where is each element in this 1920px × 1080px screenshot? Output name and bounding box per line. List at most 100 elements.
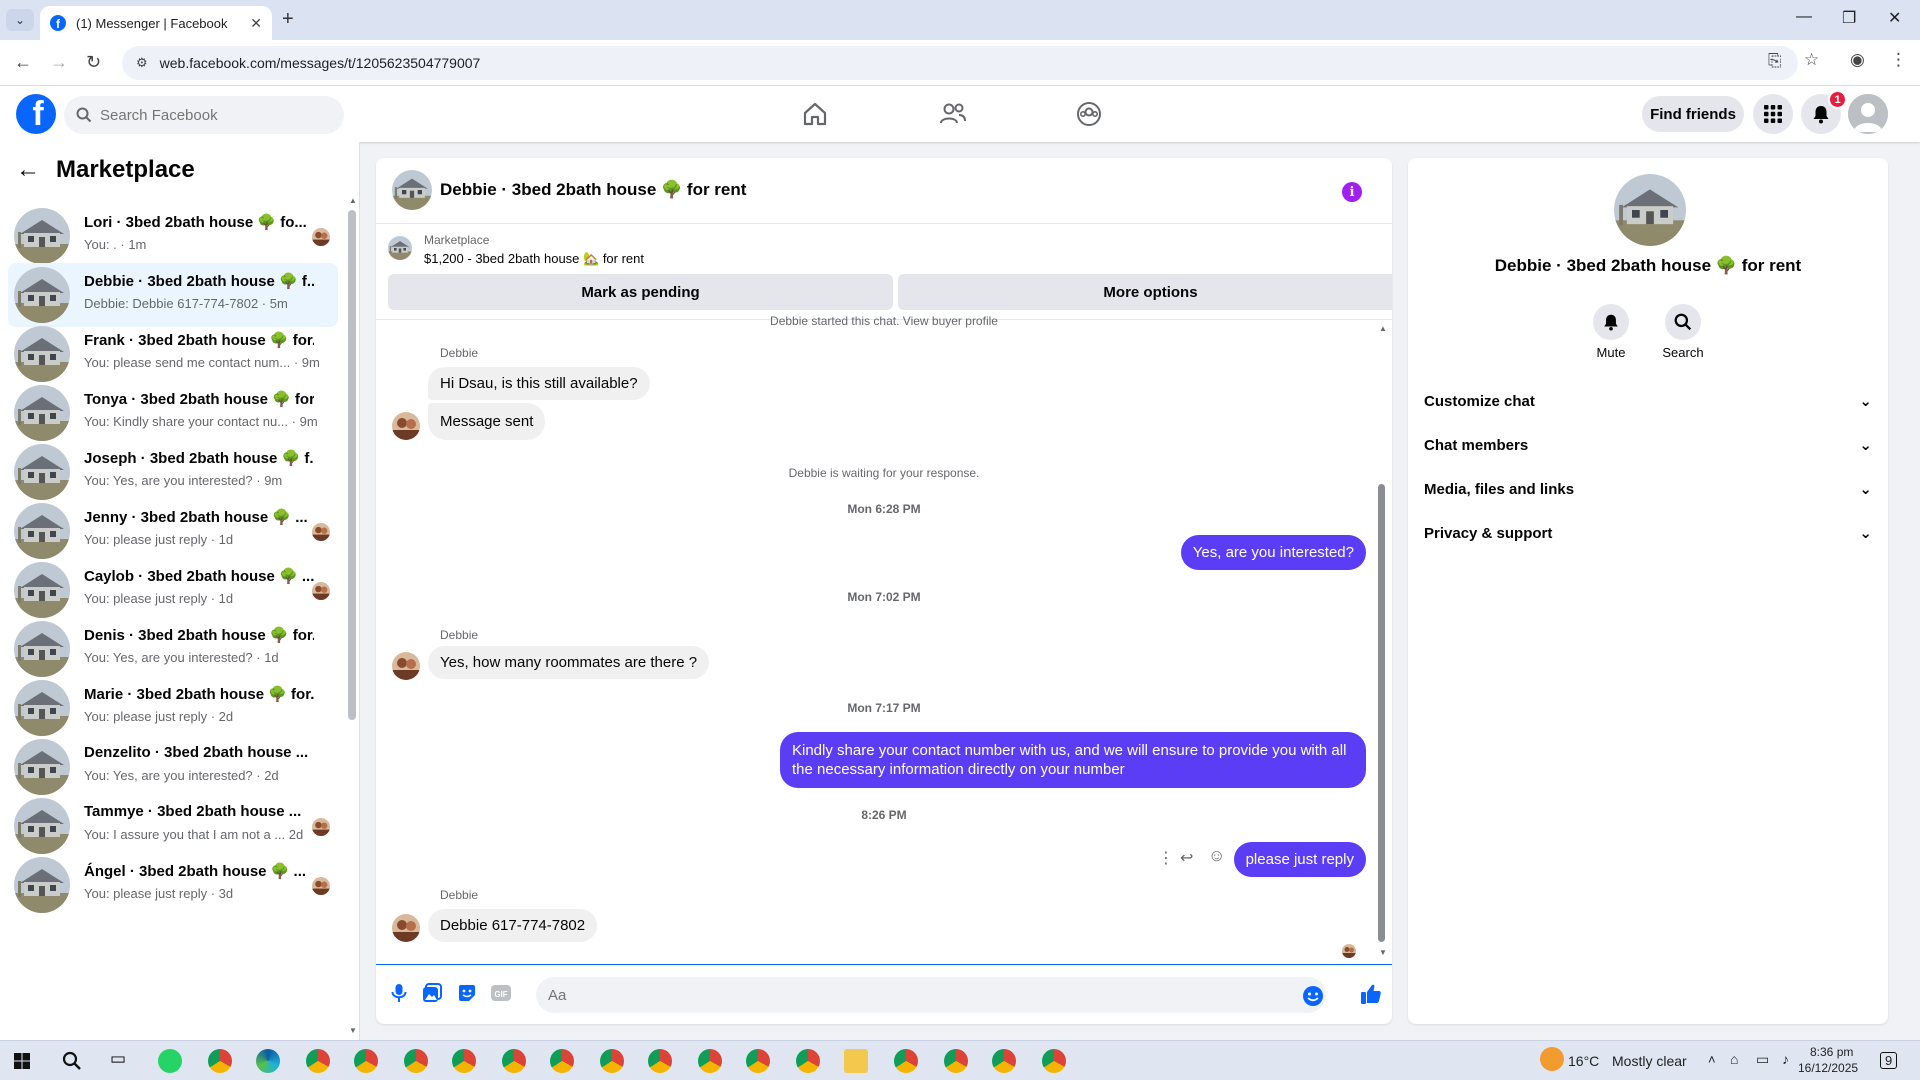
notification-center-badge[interactable]: 9 xyxy=(1880,1052,1898,1069)
chrome-browser-icon[interactable] xyxy=(208,1049,232,1073)
info-icon[interactable]: i xyxy=(1342,182,1362,202)
chat-title[interactable]: Debbie · 3bed 2bath house 🌳 for rent xyxy=(440,180,746,200)
home-nav-icon[interactable] xyxy=(760,86,870,142)
microphone-icon[interactable] xyxy=(390,983,408,1003)
message-incoming[interactable]: Hi Dsau, is this still available? xyxy=(428,367,650,400)
facebook-logo-icon[interactable]: f xyxy=(16,94,56,134)
minimize-button[interactable]: — xyxy=(1796,8,1812,26)
clock-time[interactable]: 8:36 pm xyxy=(1810,1045,1853,1059)
chrome-browser-icon[interactable] xyxy=(1042,1049,1066,1073)
chrome-browser-icon[interactable] xyxy=(452,1049,476,1073)
conversation-item[interactable]: Lori · 3bed 2bath house 🌳 fo... You: . · … xyxy=(8,204,338,268)
listing-small-thumbnail[interactable] xyxy=(388,236,412,260)
debbie-avatar[interactable] xyxy=(392,914,420,942)
conversation-item[interactable]: Joseph · 3bed 2bath house 🌳 f... You: Yes… xyxy=(8,440,338,504)
omnibox[interactable]: ⚙ web.facebook.com/messages/t/1205623504… xyxy=(122,46,1798,80)
debbie-avatar[interactable] xyxy=(392,412,420,440)
message-outgoing[interactable]: Yes, are you interested? xyxy=(1180,535,1366,570)
chrome-browser-icon[interactable] xyxy=(502,1049,526,1073)
weather-icon[interactable] xyxy=(1540,1047,1564,1071)
task-view-icon[interactable]: ▭ xyxy=(110,1049,126,1069)
thumbs-up-icon[interactable] xyxy=(1360,983,1382,1005)
menu-grid-icon[interactable] xyxy=(1753,94,1793,134)
tab-search-dropdown[interactable]: ⌄ xyxy=(6,9,34,31)
find-friends-button[interactable]: Find friends xyxy=(1642,96,1744,132)
listing-profile-image[interactable] xyxy=(1614,174,1686,246)
more-options-button[interactable]: More options xyxy=(898,274,1392,310)
chrome-browser-icon[interactable] xyxy=(600,1049,624,1073)
new-tab-button[interactable]: + xyxy=(282,8,294,31)
file-explorer-icon[interactable] xyxy=(844,1049,868,1073)
message-outgoing[interactable]: please just reply xyxy=(1233,842,1366,877)
window-close-button[interactable]: ✕ xyxy=(1888,8,1901,28)
message-incoming[interactable]: Yes, how many roommates are there ? xyxy=(428,646,710,679)
listing-line[interactable]: $1,200 - 3bed 2bath house 🏡 for rent xyxy=(424,251,644,267)
bookmark-star-icon[interactable]: ☆ xyxy=(1804,50,1819,70)
message-incoming[interactable]: Message sent xyxy=(428,403,546,440)
more-actions-icon[interactable]: ⋮ xyxy=(1158,848,1174,868)
tray-chevron-up-icon[interactable]: ˄ xyxy=(1708,1052,1716,1067)
windows-start-icon[interactable] xyxy=(14,1053,30,1069)
conversation-item[interactable]: Denzelito · 3bed 2bath house ... You: Yes… xyxy=(8,735,338,799)
url-text[interactable]: web.facebook.com/messages/t/120562350477… xyxy=(160,55,481,71)
chrome-browser-icon[interactable] xyxy=(894,1049,918,1073)
tab-close-icon[interactable]: ✕ xyxy=(250,15,262,32)
conversation-item[interactable]: Tonya · 3bed 2bath house 🌳 for... You: Ki… xyxy=(8,381,338,445)
temperature[interactable]: 16°C xyxy=(1568,1053,1599,1069)
tray-network-icon[interactable]: ⌂ xyxy=(1730,1051,1738,1067)
facebook-search[interactable] xyxy=(64,96,344,134)
conversation-item[interactable]: Denis · 3bed 2bath house 🌳 for... You: Ye… xyxy=(8,617,338,681)
mark-as-pending-button[interactable]: Mark as pending xyxy=(388,274,893,310)
chrome-browser-icon[interactable] xyxy=(550,1049,574,1073)
chrome-browser-icon[interactable] xyxy=(992,1049,1016,1073)
sidebar-scrollbar[interactable] xyxy=(348,210,356,720)
media-files-links-row[interactable]: Media, files and links ⌄ xyxy=(1424,467,1872,511)
install-app-icon[interactable]: ⎘ xyxy=(1768,51,1782,71)
weather-text[interactable]: Mostly clear xyxy=(1612,1053,1687,1069)
conversation-item[interactable]: Jenny · 3bed 2bath house 🌳 ... You: pleas… xyxy=(8,499,338,563)
conversation-item[interactable]: Debbie · 3bed 2bath house 🌳 f... Debbie: … xyxy=(8,263,338,327)
message-input-box[interactable] xyxy=(536,977,1326,1013)
gif-icon[interactable]: GIF xyxy=(490,983,512,1003)
tray-volume-icon[interactable]: ♪ xyxy=(1782,1051,1789,1067)
search-input[interactable] xyxy=(100,106,320,124)
chrome-browser-icon[interactable] xyxy=(746,1049,770,1073)
mute-button[interactable]: Mute xyxy=(1581,304,1641,360)
listing-thumbnail[interactable] xyxy=(392,170,432,210)
chrome-browser-icon[interactable] xyxy=(306,1049,330,1073)
whatsapp-icon[interactable] xyxy=(158,1049,182,1073)
search-taskbar-icon[interactable] xyxy=(62,1051,82,1071)
search-in-chat-button[interactable]: Search xyxy=(1653,304,1713,360)
browser-tab-messenger[interactable]: f (1) Messenger | Facebook ✕ xyxy=(40,6,272,40)
reply-icon[interactable]: ↩ xyxy=(1180,848,1193,868)
account-avatar[interactable] xyxy=(1848,94,1888,134)
conversation-item[interactable]: Caylob · 3bed 2bath house 🌳 ... You: plea… xyxy=(8,558,338,622)
chrome-browser-icon[interactable] xyxy=(698,1049,722,1073)
conversation-item[interactable]: Frank · 3bed 2bath house 🌳 for... You: pl… xyxy=(8,322,338,386)
conversation-item[interactable]: Tammye · 3bed 2bath house ... You: I assu… xyxy=(8,794,338,858)
edge-browser-icon[interactable] xyxy=(256,1049,280,1073)
message-outgoing[interactable]: Kindly share your contact number with us… xyxy=(780,732,1366,788)
chat-members-row[interactable]: Chat members ⌄ xyxy=(1424,423,1872,467)
message-incoming[interactable]: Debbie 617-774-7802 xyxy=(428,909,598,942)
groups-nav-icon[interactable] xyxy=(1034,86,1144,142)
chrome-browser-icon[interactable] xyxy=(796,1049,820,1073)
chrome-browser-icon[interactable] xyxy=(648,1049,672,1073)
sticker-icon[interactable] xyxy=(457,983,477,1003)
reload-button[interactable]: ↻ xyxy=(86,52,101,73)
chat-scroll-up[interactable]: ▲ xyxy=(1379,324,1387,333)
scroll-down-arrow[interactable]: ▼ xyxy=(349,1026,357,1035)
emoji-icon[interactable] xyxy=(1302,985,1324,1007)
tray-display-icon[interactable]: ▭ xyxy=(1756,1051,1769,1068)
chat-scrollbar[interactable] xyxy=(1378,484,1385,942)
chrome-browser-icon[interactable] xyxy=(354,1049,378,1073)
photo-icon[interactable] xyxy=(422,983,442,1003)
forward-button[interactable]: → xyxy=(50,52,68,73)
react-emoji-icon[interactable]: ☺ xyxy=(1208,846,1225,866)
restore-button[interactable]: ❐ xyxy=(1842,8,1856,28)
friends-nav-icon[interactable] xyxy=(898,86,1008,142)
conversation-item[interactable]: Marie · 3bed 2bath house 🌳 for... You: pl… xyxy=(8,676,338,740)
customize-chat-row[interactable]: Customize chat ⌄ xyxy=(1424,379,1872,423)
back-button[interactable]: ← xyxy=(14,52,32,73)
clock-date[interactable]: 16/12/2025 xyxy=(1798,1061,1858,1075)
